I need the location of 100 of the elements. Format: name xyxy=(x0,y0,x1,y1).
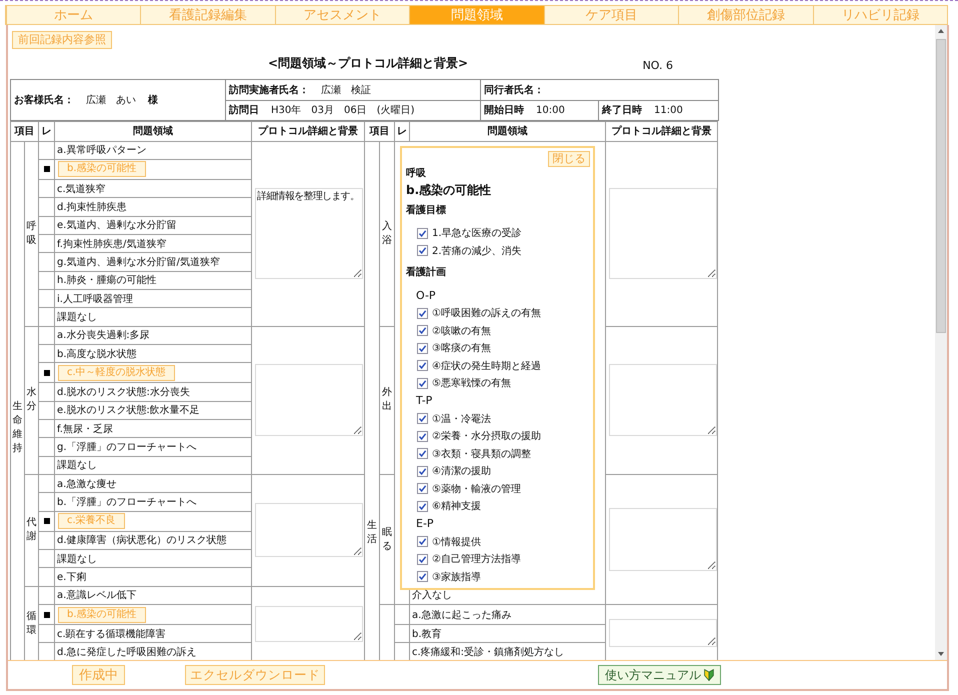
scroll-up-arrow-icon[interactable] xyxy=(938,29,944,33)
problem-item[interactable]: d.健康障害（病状悪化）のリスク状態 xyxy=(57,533,227,548)
protocol-textarea[interactable] xyxy=(609,508,717,572)
problem-item[interactable]: a.意識レベル低下 xyxy=(57,588,136,602)
check-cell[interactable] xyxy=(39,216,55,235)
protocol-textarea[interactable] xyxy=(255,503,363,558)
problem-item[interactable]: 課題なし xyxy=(57,310,97,324)
checkbox[interactable] xyxy=(417,448,428,460)
problem-item[interactable]: c.気道狭窄 xyxy=(57,182,106,196)
field-label: 終了日時 xyxy=(602,104,642,117)
checkbox[interactable] xyxy=(417,308,428,319)
problem-item[interactable]: d.急に発症した呼吸困難の訴え xyxy=(57,645,197,660)
column-header: 問題領域 xyxy=(55,122,252,142)
problem-item[interactable]: d.脱水のリスク状態:水分喪失 xyxy=(57,384,190,399)
problem-item[interactable]: a.急激な痩せ xyxy=(57,476,116,491)
check-cell[interactable] xyxy=(39,290,55,308)
protocol-textarea[interactable] xyxy=(609,619,717,647)
problem-item[interactable]: g.気道内、過剰な水分貯留/気道狭窄 xyxy=(57,254,220,269)
checkbox[interactable] xyxy=(417,554,428,565)
check-cell[interactable] xyxy=(39,234,55,254)
check-cell[interactable] xyxy=(39,550,55,568)
problem-item[interactable]: 課題なし xyxy=(57,552,97,566)
check-cell[interactable] xyxy=(39,532,55,550)
problem-item[interactable]: g.「浮腫」のフローチャートへ xyxy=(57,440,197,454)
protocol-textarea[interactable] xyxy=(255,364,363,436)
check-cell[interactable] xyxy=(39,625,55,644)
problem-item[interactable]: b.教育 xyxy=(412,626,442,641)
check-cell[interactable] xyxy=(39,420,55,438)
protocol-textarea[interactable] xyxy=(255,606,363,642)
checkbox[interactable] xyxy=(417,245,428,256)
check-cell[interactable] xyxy=(39,438,55,457)
checkbox-label: ④症状の発生時期と経過 xyxy=(432,360,541,373)
protocol-textarea[interactable] xyxy=(609,188,717,279)
check-cell[interactable] xyxy=(39,493,55,512)
scrollbar[interactable] xyxy=(935,25,947,660)
check-cell[interactable] xyxy=(395,605,410,626)
problem-item[interactable]: e.脱水のリスク状態:飲水量不足 xyxy=(57,403,200,418)
checkbox[interactable] xyxy=(417,378,428,389)
check-cell[interactable] xyxy=(39,253,55,272)
field-value: 10:00 xyxy=(536,104,565,116)
section-heading: 看護計画 xyxy=(406,266,446,280)
protocol-textarea[interactable]: 詳細情報を整理します。 xyxy=(255,188,363,279)
problem-item[interactable]: e.気道内、過剰な水分貯留 xyxy=(57,218,176,232)
scroll-down-arrow-icon[interactable] xyxy=(938,652,944,656)
check-cell[interactable] xyxy=(39,512,55,532)
checkbox[interactable] xyxy=(417,430,428,442)
problem-item[interactable]: i.人工呼吸器管理 xyxy=(57,292,133,306)
manual-button[interactable]: 使い方マニュアル xyxy=(598,665,721,685)
problem-item[interactable]: f.拘束性肺疾患/気道狭窄 xyxy=(57,236,166,251)
problem-item[interactable]: c.疼痛緩和:受診・鎮痛剤処方なし xyxy=(412,645,564,660)
check-cell[interactable] xyxy=(39,326,55,345)
scrollbar-thumb[interactable] xyxy=(936,39,946,333)
protocol-textarea[interactable] xyxy=(609,364,717,436)
category-heading: 呼吸 xyxy=(406,166,426,180)
checkbox[interactable] xyxy=(417,500,428,512)
check-cell[interactable] xyxy=(39,142,55,160)
problem-item[interactable]: a.急激に起こった痛み xyxy=(412,608,512,622)
check-cell[interactable] xyxy=(39,568,55,587)
checkbox[interactable] xyxy=(417,536,428,548)
check-cell[interactable] xyxy=(39,456,55,475)
check-cell[interactable] xyxy=(39,605,55,626)
check-cell[interactable] xyxy=(39,308,55,327)
check-cell[interactable] xyxy=(39,402,55,420)
check-cell[interactable] xyxy=(39,272,55,290)
problem-item[interactable]: c.顕在する循環機能障害 xyxy=(57,626,166,641)
check-cell[interactable] xyxy=(39,383,55,402)
check-cell[interactable] xyxy=(39,160,55,180)
check-cell[interactable] xyxy=(39,344,55,364)
checkbox[interactable] xyxy=(417,571,428,582)
check-cell[interactable] xyxy=(39,198,55,217)
checkbox[interactable] xyxy=(417,483,428,494)
checkbox[interactable] xyxy=(417,325,428,336)
checkbox-label: 1.早急な医療の受診 xyxy=(432,226,522,240)
problem-heading: b.感染の可能性 xyxy=(406,182,492,198)
checkbox[interactable] xyxy=(417,342,428,354)
checkbox-label: ④清潔の援助 xyxy=(432,464,491,478)
problem-item[interactable]: h.肺炎・腫瘍の可能性 xyxy=(57,273,157,288)
subcategory-label: 入浴 xyxy=(382,220,392,248)
checkbox[interactable] xyxy=(417,413,428,424)
check-cell[interactable] xyxy=(39,586,55,606)
problem-item[interactable]: b.「浮腫」のフローチャートへ xyxy=(57,495,197,510)
problem-item[interactable]: e.下痢 xyxy=(57,570,86,584)
check-cell[interactable] xyxy=(395,625,410,644)
check-cell[interactable] xyxy=(39,363,55,384)
checkbox-label: ③衣類・寝具類の調整 xyxy=(432,448,531,461)
problem-item[interactable]: f.無尿・乏尿 xyxy=(57,422,113,436)
problem-item[interactable]: a.異常呼吸パターン xyxy=(57,143,146,158)
subcategory-label: 外出 xyxy=(382,386,392,414)
checkbox[interactable] xyxy=(417,466,428,477)
column-header: 問題領域 xyxy=(410,122,606,142)
problem-item[interactable]: d.拘束性肺疾患 xyxy=(57,200,127,214)
problem-item[interactable]: a.水分喪失過剰:多尿 xyxy=(57,328,150,342)
checkbox-label: ②咳嗽の有無 xyxy=(432,324,491,338)
problem-item[interactable]: 介入なし xyxy=(412,588,452,602)
check-cell[interactable] xyxy=(39,475,55,494)
problem-item[interactable]: 課題なし xyxy=(57,458,97,472)
problem-item[interactable]: b.高度な脱水状態 xyxy=(57,346,137,361)
checkbox[interactable] xyxy=(417,360,428,372)
checkbox[interactable] xyxy=(417,228,428,239)
check-cell[interactable] xyxy=(39,180,55,198)
